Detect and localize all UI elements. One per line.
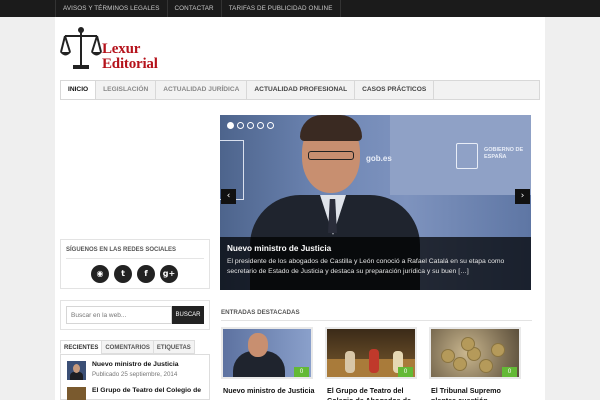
slider-dot-5[interactable] [267, 122, 274, 129]
social-icons: ◉ t f g+ [91, 265, 178, 283]
search-button[interactable]: BUSCAR [172, 306, 204, 324]
top-bar: AVISOS Y TÉRMINOS LEGALES CONTACTAR TARI… [0, 0, 600, 17]
slide-title[interactable]: Nuevo ministro de Justicia [227, 244, 331, 253]
nav-item-inicio[interactable]: INICIO [61, 81, 97, 99]
googleplus-icon[interactable]: g+ [160, 265, 178, 283]
twitter-icon[interactable]: t [114, 265, 132, 283]
slider-dot-4[interactable] [257, 122, 264, 129]
search-input[interactable] [66, 306, 172, 324]
comment-count-badge: 0 [398, 367, 413, 377]
post-date: Publicado 25 septiembre, 2014 [92, 371, 178, 378]
scales-icon [60, 27, 102, 69]
slide-image-text: gob.es [366, 154, 392, 163]
featured-image[interactable]: 0 [221, 327, 313, 379]
post-title[interactable]: Nuevo ministro de Justicia [92, 361, 179, 368]
top-link-contact[interactable]: CONTACTAR [166, 0, 221, 17]
slide-caption: Nuevo ministro de Justicia El presidente… [220, 237, 531, 290]
nav-item-actualidad-juridica[interactable]: ACTUALIDAD JURÍDICA [156, 81, 248, 99]
site-logo[interactable]: Lexur Editorial [60, 26, 180, 74]
tab-recientes[interactable]: RECIENTES [60, 340, 102, 354]
featured-card[interactable]: 0 Nuevo ministro de Justicia [221, 327, 314, 400]
social-widget: SÍGUENOS EN LAS REDES SOCIALES ◉ t f g+ [60, 239, 210, 289]
featured-title[interactable]: Nuevo ministro de Justicia [223, 386, 317, 396]
tab-comentarios[interactable]: COMENTARIOS [101, 340, 153, 354]
list-item[interactable]: El Grupo de Teatro del Colegio de [67, 385, 207, 400]
social-widget-title: SÍGUENOS EN LAS REDES SOCIALES [66, 247, 177, 253]
featured-card[interactable]: 0 El Grupo de Teatro del Colegio de Abog… [325, 327, 417, 400]
post-title[interactable]: El Grupo de Teatro del Colegio de [92, 387, 201, 394]
slide-ministry-text: GOBIERNO DE ESPAÑA [484, 147, 524, 160]
slider-dot-1[interactable] [227, 122, 234, 129]
featured-heading: ENTRADAS DESTACADAS [221, 309, 300, 316]
comment-count-badge: 0 [502, 367, 517, 377]
slider-prev-arrow-icon[interactable]: ‹ [221, 189, 236, 204]
main-nav: INICIO LEGISLACIÓN ACTUALIDAD JURÍDICA A… [60, 80, 540, 100]
post-thumbnail[interactable] [67, 361, 86, 380]
featured-image[interactable]: 0 [429, 327, 521, 379]
slider-dots [227, 122, 274, 129]
featured-title[interactable]: El Grupo de Teatro del Colegio de Abogad… [327, 386, 421, 400]
divider [221, 320, 532, 321]
nav-item-actualidad-profesional[interactable]: ACTUALIDAD PROFESIONAL [247, 81, 356, 99]
list-item[interactable]: Nuevo ministro de Justicia Publicado 25 … [67, 359, 207, 383]
rss-icon[interactable]: ◉ [91, 265, 109, 283]
featured-image[interactable]: 0 [325, 327, 417, 379]
featured-card[interactable]: 0 El Tribunal Supremo plantea cuestión [429, 327, 521, 400]
recent-posts-list: Nuevo ministro de Justicia Publicado 25 … [60, 354, 210, 400]
post-thumbnail[interactable] [67, 387, 86, 400]
top-link-advertising[interactable]: TARIFAS DE PUBLICIDAD ONLINE [220, 0, 341, 17]
nav-item-casos-practicos[interactable]: CASOS PRÁCTICOS [355, 81, 435, 99]
featured-title[interactable]: El Tribunal Supremo plantea cuestión [431, 386, 525, 400]
tab-etiquetas[interactable]: ETIQUETAS [152, 340, 195, 354]
featured-slider[interactable]: gob.es GOBIERNO DE ESPAÑA ‹ › Nuevo mini… [220, 115, 531, 290]
top-link-legal[interactable]: AVISOS Y TÉRMINOS LEGALES [55, 0, 167, 17]
top-links: AVISOS Y TÉRMINOS LEGALES CONTACTAR TARI… [55, 0, 341, 17]
sidebar-tabs: RECIENTES COMENTARIOS ETIQUETAS [60, 340, 210, 354]
facebook-icon[interactable]: f [137, 265, 155, 283]
slider-dot-2[interactable] [237, 122, 244, 129]
slide-excerpt: El presidente de los abogados de Castill… [227, 258, 505, 275]
comment-count-badge: 0 [294, 367, 309, 377]
slider-dot-3[interactable] [247, 122, 254, 129]
logo-text-line2: Editorial [102, 56, 158, 72]
slider-next-arrow-icon[interactable]: › [515, 189, 530, 204]
coat-of-arms-icon [456, 143, 478, 169]
nav-item-legislacion[interactable]: LEGISLACIÓN [96, 81, 157, 99]
search-widget: BUSCAR [60, 300, 210, 330]
logo-text-line1: Lexur [102, 41, 141, 57]
slide-person-hair [300, 115, 362, 141]
slide-person-glasses [308, 151, 354, 160]
page-container: Lexur Editorial INICIO LEGISLACIÓN ACTUA… [55, 17, 545, 400]
divider [66, 258, 204, 259]
